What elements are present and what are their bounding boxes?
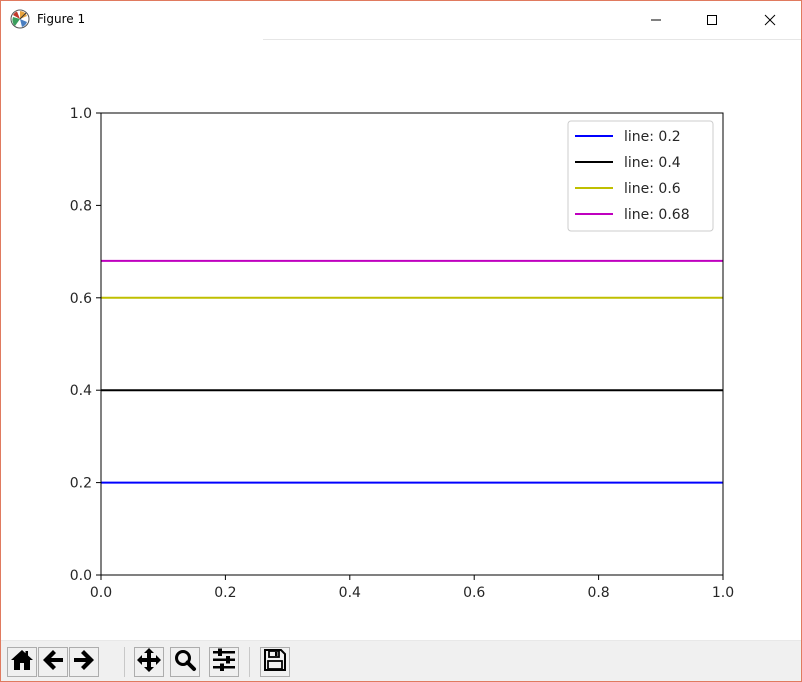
line-chart[interactable]: 0.0 0.2 0.4 0.6 0.8 1.0 0.0 0.2 0.4 0.6 0.8 1.0 li… — [1, 40, 801, 640]
toolbar-separator — [249, 647, 250, 677]
series-layer — [101, 259, 723, 484]
legend-label: line: 0.6 — [624, 181, 681, 197]
minimize-icon — [650, 14, 662, 26]
x-axis: 0.0 0.2 0.4 0.6 0.8 1.0 — [90, 575, 734, 601]
arrow-left-icon — [41, 648, 65, 676]
x-tick-label: 0.6 — [463, 585, 485, 601]
subplots-button[interactable] — [209, 647, 239, 677]
matplotlib-logo-icon — [10, 9, 30, 29]
pan-button[interactable] — [134, 647, 164, 677]
toolbar-separator — [124, 647, 125, 677]
home-button[interactable] — [7, 647, 37, 677]
forward-button[interactable] — [69, 647, 99, 677]
legend-label: line: 0.2 — [624, 129, 681, 145]
save-button[interactable] — [260, 647, 290, 677]
close-icon — [764, 14, 776, 26]
figure-window: Figure 1 0.0 0.2 0.4 0.6 0.8 1.0 0.0 0.2 0.4 0.6… — [0, 0, 802, 682]
floppy-disk-icon — [263, 648, 287, 676]
y-tick-label: 0.8 — [70, 198, 92, 214]
figure-canvas[interactable]: 0.0 0.2 0.4 0.6 0.8 1.0 0.0 0.2 0.4 0.6 0.8 1.0 li… — [1, 40, 801, 640]
legend[interactable]: line: 0.2 line: 0.4 line: 0.6 line: 0.68 — [567, 120, 714, 232]
navigation-toolbar — [1, 640, 801, 681]
y-tick-label: 0.6 — [70, 291, 92, 307]
x-tick-label: 0.2 — [214, 585, 236, 601]
y-tick-label: 1.0 — [70, 106, 92, 122]
back-button[interactable] — [38, 647, 68, 677]
arrow-right-icon — [72, 648, 96, 676]
legend-label: line: 0.68 — [624, 207, 690, 223]
zoom-button[interactable] — [170, 647, 200, 677]
x-tick-label: 0.8 — [587, 585, 609, 601]
sliders-icon — [211, 647, 237, 677]
minimize-button[interactable] — [633, 1, 679, 39]
x-tick-label: 0.4 — [339, 585, 361, 601]
y-tick-label: 0.4 — [70, 383, 92, 399]
x-tick-label: 1.0 — [712, 585, 734, 601]
move-icon — [136, 647, 162, 677]
y-tick-label: 0.2 — [70, 476, 92, 492]
close-button[interactable] — [747, 1, 793, 39]
maximize-button[interactable] — [689, 1, 735, 39]
magnifier-icon — [173, 648, 197, 676]
home-icon — [10, 648, 34, 676]
legend-label: line: 0.4 — [624, 155, 681, 171]
y-tick-label: 0.0 — [70, 568, 92, 584]
x-tick-label: 0.0 — [90, 585, 112, 601]
window-title: Figure 1 — [37, 12, 86, 26]
title-bar[interactable]: Figure 1 — [1, 1, 801, 39]
y-axis: 0.0 0.2 0.4 0.6 0.8 1.0 — [70, 106, 101, 584]
maximize-icon — [706, 14, 718, 26]
